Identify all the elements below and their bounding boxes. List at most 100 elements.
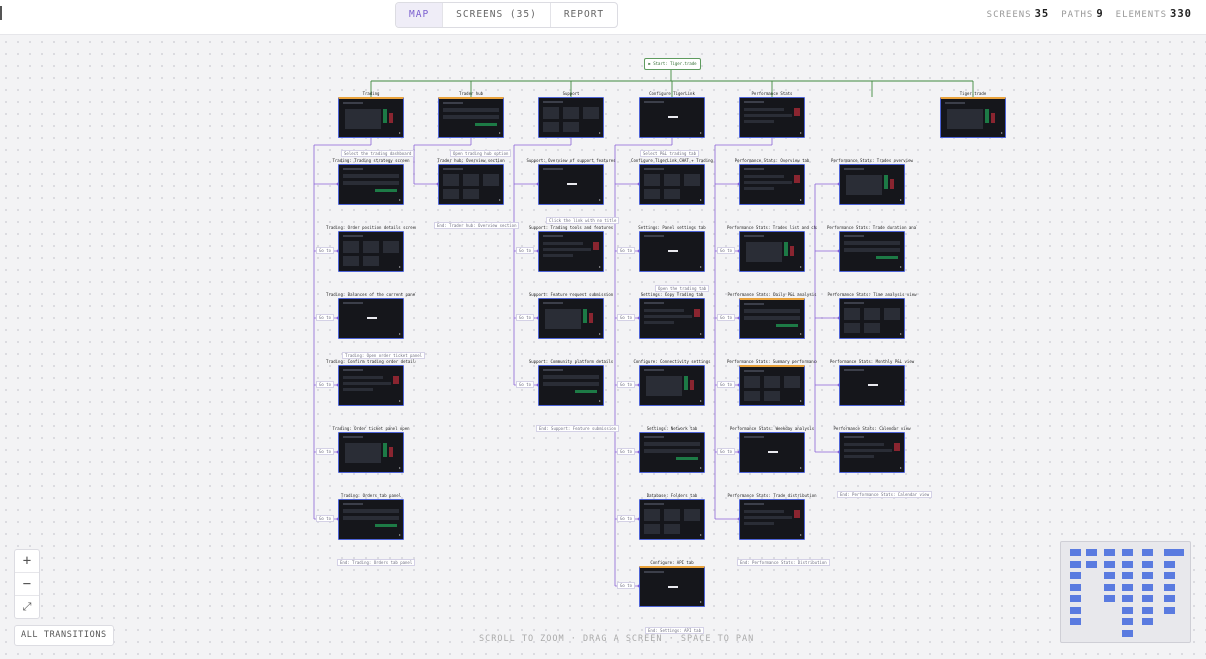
screen-thumbnail[interactable]: ▸ [538, 365, 604, 406]
edge-label: Go to [717, 247, 736, 254]
minimap-screen [1104, 572, 1115, 579]
screen-thumbnail[interactable]: ▸ [739, 298, 805, 339]
minimap-screen [1070, 618, 1081, 625]
edge-label: End: Trading: Orders tab panel [337, 559, 416, 566]
screen-thumbnail[interactable]: ▸ [338, 432, 404, 473]
minimap-screen [1173, 549, 1184, 556]
screen-thumbnail[interactable]: ▸ [338, 97, 404, 138]
edge-label: Go to [617, 247, 636, 254]
minimap-screen [1104, 549, 1115, 556]
minimap-screen [1122, 618, 1133, 625]
start-node[interactable]: ▶ Start: Tiger.trade [644, 58, 701, 70]
edge-label: Go to [516, 247, 535, 254]
screen-thumbnail[interactable]: ▸ [839, 365, 905, 406]
screen-thumbnail[interactable]: ▸ [639, 97, 705, 138]
screen-title: Trading: Order position details screen [326, 225, 416, 230]
screen-title: Trading [362, 91, 380, 96]
screen-thumbnail[interactable]: ▸ [538, 231, 604, 272]
screen-thumbnail[interactable]: ▸ [338, 298, 404, 339]
screen-thumbnail[interactable]: ▸ [438, 164, 504, 205]
edge-label: End: Support: Feature submission [536, 425, 620, 432]
minimap-screen [1142, 618, 1153, 625]
screen-title: Performance Stats: Overview tab [734, 158, 810, 163]
minimap-screen [1122, 595, 1133, 602]
screen-title: Database: Folders tab [646, 493, 698, 498]
screen-thumbnail[interactable]: ▸ [538, 97, 604, 138]
fit-view-button[interactable]: ⤢ [15, 596, 39, 618]
screen-thumbnail[interactable]: ▸ [338, 231, 404, 272]
zoom-in-button[interactable]: + [15, 550, 39, 573]
minimap-screen [1122, 583, 1133, 591]
screen-title: Performance Stats: Trades list and chart [727, 225, 817, 230]
screen-thumbnail[interactable]: ▸ [839, 164, 905, 205]
edge-label: Go to [316, 448, 335, 455]
edge-label: End: Settings: API tab [645, 627, 704, 634]
zoom-controls: + − ⤢ [14, 549, 40, 619]
screen-thumbnail[interactable]: ▸ [940, 97, 1006, 138]
screen-thumbnail[interactable]: ▸ [739, 97, 805, 138]
screen-title: Performance Stats: Trade distribution [727, 493, 817, 498]
screen-thumbnail[interactable]: ▸ [639, 499, 705, 540]
minimap-screen [1086, 560, 1097, 568]
minimap-screen [1142, 560, 1153, 568]
screen-thumbnail[interactable]: ▸ [538, 164, 604, 205]
screen-title: Trading: Orders tab panel [340, 493, 402, 498]
screen-thumbnail[interactable]: ▸ [438, 97, 504, 138]
zoom-out-button[interactable]: − [15, 573, 39, 596]
minimap-screen [1122, 606, 1133, 614]
screen-thumbnail[interactable]: ▸ [639, 231, 705, 272]
minimap-screen [1104, 595, 1115, 602]
minimap-screen [1070, 595, 1081, 602]
edge-label: Go to [316, 247, 335, 254]
minimap-screen [1142, 572, 1153, 579]
edge-label: End: Performance Stats: Calendar view [837, 491, 933, 498]
screen-thumbnail[interactable]: ▸ [839, 298, 905, 339]
minimap-screen [1164, 572, 1175, 579]
minimap-screen [1122, 629, 1133, 637]
screen-thumbnail[interactable]: ▸ [639, 365, 705, 406]
minimap-screen [1122, 572, 1133, 579]
minimap-screen [1104, 560, 1115, 568]
screen-thumbnail[interactable]: ▸ [839, 231, 905, 272]
screen-title: Support [562, 91, 580, 96]
screen-title: Trader hub: Overview section [437, 158, 505, 163]
minimap-screen [1122, 549, 1133, 556]
edge-label: Go to [617, 448, 636, 455]
minimap-screen [1142, 549, 1153, 556]
screen-title: Performance Stats: Trades overview [831, 158, 913, 163]
screen-title: Settings: Copy Trading tab [640, 292, 704, 297]
screen-thumbnail[interactable]: ▸ [639, 566, 705, 607]
screen-thumbnail[interactable]: ▸ [739, 432, 805, 473]
screen-thumbnail[interactable]: ▸ [338, 164, 404, 205]
screen-thumbnail[interactable]: ▸ [739, 231, 805, 272]
edge-label: Go to [316, 381, 335, 388]
edge-label: Open trading hub option [450, 150, 512, 157]
screen-thumbnail[interactable]: ▸ [839, 432, 905, 473]
all-transitions-button[interactable]: ALL TRANSITIONS [14, 625, 114, 646]
screen-title: Performance Stats: Trade duration analys… [827, 225, 917, 230]
screen-title: Performance Stats: Daily P&L analysis [727, 292, 817, 297]
screen-thumbnail[interactable]: ▸ [739, 164, 805, 205]
screen-thumbnail[interactable]: ▸ [639, 164, 705, 205]
screen-thumbnail[interactable]: ▸ [739, 365, 805, 406]
edge-label: Click the link with no title [546, 217, 620, 224]
minimap-screen [1164, 595, 1175, 602]
screen-title: Configure TigerLink CHAT + Trading [631, 158, 713, 163]
screen-title: Settings: Panel settings tab [638, 225, 706, 230]
minimap-screen [1142, 583, 1153, 591]
screen-title: Performance Stats: Monthly P&L view [829, 359, 915, 364]
screen-thumbnail[interactable]: ▸ [538, 298, 604, 339]
screen-thumbnail[interactable]: ▸ [338, 365, 404, 406]
screen-thumbnail[interactable]: ▸ [639, 298, 705, 339]
screen-thumbnail[interactable]: ▸ [639, 432, 705, 473]
edge-label: Go to [617, 515, 636, 522]
edge-label: Open the trading tab [655, 285, 710, 292]
screen-title: Trading: Balances of the current panel [326, 292, 416, 297]
minimap[interactable] [1060, 541, 1191, 643]
screen-thumbnail[interactable]: ▸ [739, 499, 805, 540]
screen-title: Configure: API tab [650, 560, 694, 565]
edge-label: Go to [717, 381, 736, 388]
screen-thumbnail[interactable]: ▸ [338, 499, 404, 540]
screen-title: Performance Stats: Weekday analysis [729, 426, 815, 431]
screen-title: Configure: Connectivity settings [633, 359, 711, 364]
